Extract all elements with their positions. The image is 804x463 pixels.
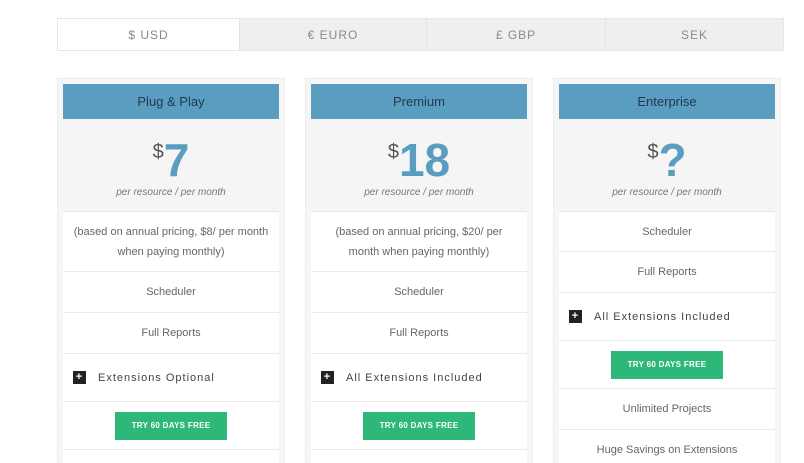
price: $18 — [311, 135, 527, 185]
plus-icon[interactable]: + — [569, 310, 582, 323]
price-amount: ? — [658, 134, 687, 186]
price-box: $? per resource / per month — [559, 119, 775, 212]
currency-tab-sek[interactable]: SEK — [605, 19, 783, 50]
feature-unlimited-projects: Unlimited Projects — [559, 389, 775, 430]
pricing-note: (based on annual pricing, $20/ per month… — [311, 212, 527, 272]
price-box: $7 per resource / per month — [63, 119, 279, 212]
price-box: $18 per resource / per month — [311, 119, 527, 212]
plan-card-enterprise: Enterprise $? per resource / per month S… — [553, 78, 781, 463]
plan-title: Plug & Play — [63, 84, 279, 119]
feature-full-reports: Full Reports — [559, 252, 775, 293]
currency-switcher: $ USD € EURO £ GBP SEK — [57, 18, 784, 51]
cta-row: TRY 60 DAYS FREE — [311, 402, 527, 450]
feature-extensions[interactable]: + Extensions Optional — [63, 354, 279, 402]
plus-icon[interactable]: + — [321, 371, 334, 384]
plan-card-plug-and-play: Plug & Play $7 per resource / per month … — [57, 78, 285, 463]
feature-extensions[interactable]: + All Extensions Included — [311, 354, 527, 402]
price-amount: 7 — [163, 134, 190, 186]
price: $? — [559, 135, 775, 185]
currency-tab-usd[interactable]: $ USD — [58, 19, 239, 50]
feature-extensions[interactable]: + All Extensions Included — [559, 293, 775, 341]
feature-scheduler: Scheduler — [559, 212, 775, 252]
feature-extension-savings: Huge Savings on Extensions — [559, 430, 775, 463]
currency-symbol: $ — [647, 141, 659, 163]
plan-title: Premium — [311, 84, 527, 119]
currency-tab-gbp[interactable]: £ GBP — [426, 19, 605, 50]
extensions-label: All Extensions Included — [346, 371, 483, 384]
feature-full-reports: Full Reports — [311, 313, 527, 354]
extensions-label: All Extensions Included — [594, 310, 731, 323]
price: $7 — [63, 135, 279, 185]
currency-tab-euro[interactable]: € EURO — [239, 19, 426, 50]
feature-full-reports: Full Reports — [63, 313, 279, 354]
price-period: per resource / per month — [364, 187, 474, 198]
extensions-label: Extensions Optional — [98, 371, 215, 384]
cta-row: TRY 60 DAYS FREE — [63, 402, 279, 450]
feature-scheduler: Scheduler — [311, 272, 527, 313]
plan-title: Enterprise — [559, 84, 775, 119]
price-period: per resource / per month — [612, 187, 722, 198]
price-amount: 18 — [398, 134, 451, 186]
price-period: per resource / per month — [116, 187, 226, 198]
currency-symbol: $ — [152, 141, 164, 163]
try-free-button[interactable]: TRY 60 DAYS FREE — [363, 411, 475, 440]
feature-scheduler: Scheduler — [63, 272, 279, 313]
plus-icon[interactable]: + — [73, 371, 86, 384]
try-free-button[interactable]: TRY 60 DAYS FREE — [611, 350, 723, 379]
cta-row: TRY 60 DAYS FREE — [559, 341, 775, 389]
try-free-button[interactable]: TRY 60 DAYS FREE — [115, 411, 227, 440]
currency-symbol: $ — [387, 141, 399, 163]
pricing-note: (based on annual pricing, $8/ per month … — [63, 212, 279, 272]
plan-card-premium: Premium $18 per resource / per month (ba… — [305, 78, 533, 463]
